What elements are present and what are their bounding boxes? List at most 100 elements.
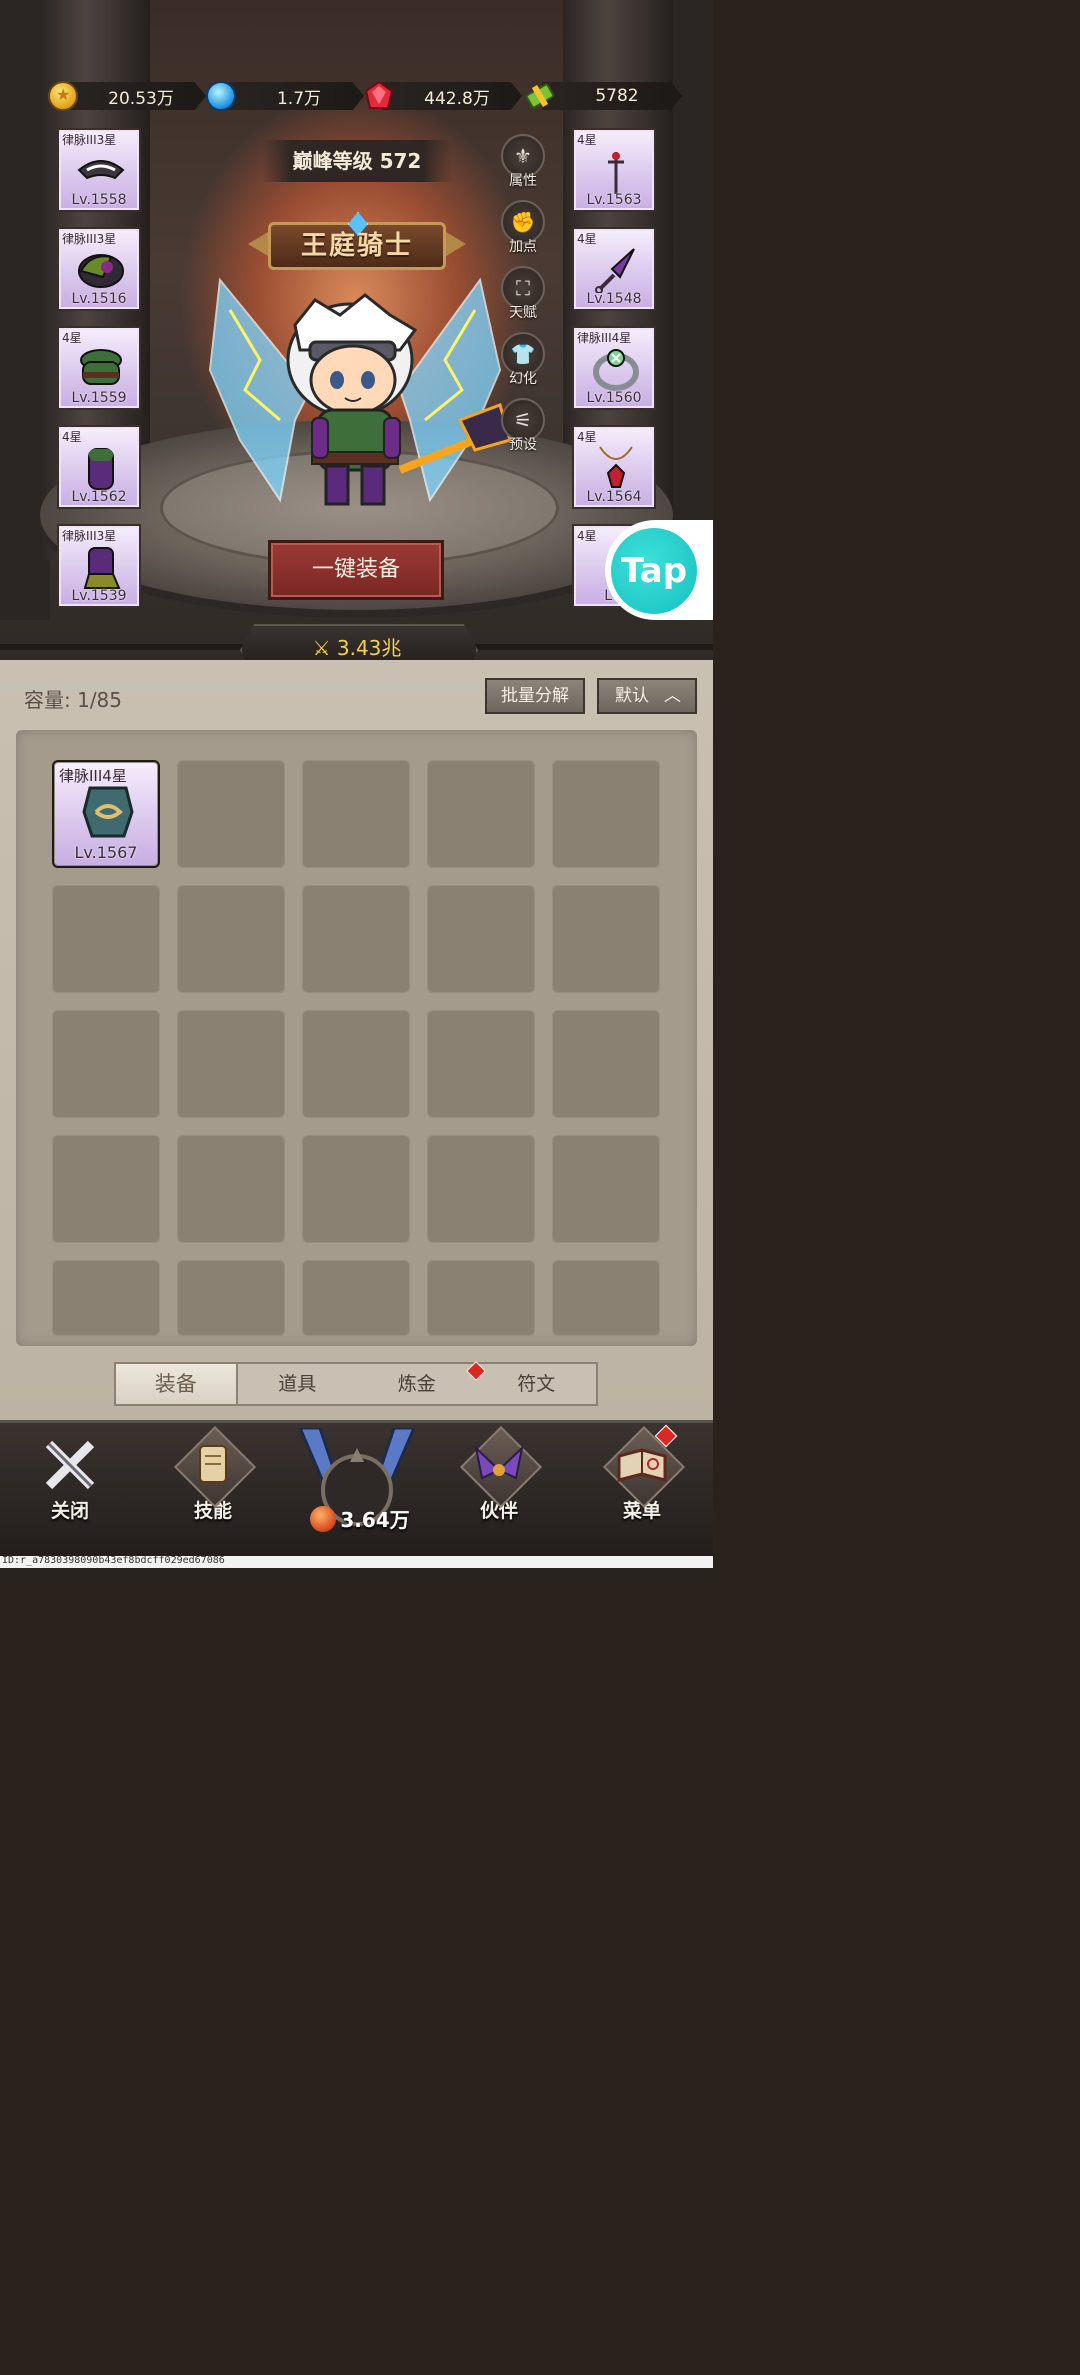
slot-level: Lv.1560 [586,390,642,406]
slot-level: Lv.1539 [71,588,127,604]
gauntlet-icon [88,448,114,490]
slot-tag: 律脉III4星 [577,331,632,345]
combat-power-value: 3.43兆 [336,636,402,660]
equip-slot-right-2[interactable]: 4星 Lv.1548 [572,227,656,311]
transmog-button[interactable]: 👕 幻化 [498,332,548,388]
inventory-empty-slot[interactable] [52,1260,160,1336]
inventory-empty-slot[interactable] [552,1135,660,1243]
slot-tag: 4星 [577,529,597,543]
inventory-empty-slot[interactable] [427,1010,535,1118]
skill-scroll-icon [173,1425,257,1509]
side-button-label: 加点 [509,239,537,255]
slot-tag: 律脉III3星 [62,232,117,246]
inventory-empty-slot[interactable] [52,1135,160,1243]
currency-gem[interactable]: 442.8万 [364,80,522,112]
inventory-empty-slot[interactable] [302,1260,410,1336]
currency-value: 442.8万 [424,88,490,109]
slot-level: Lv.1559 [71,390,127,406]
inventory-empty-slot[interactable] [552,1010,660,1118]
inventory-empty-slot[interactable] [302,760,410,868]
slot-tag: 律脉III3星 [62,529,117,543]
batch-dismantle-button[interactable]: 批量分解 [485,678,585,714]
slot-level: Lv.1516 [71,291,127,307]
equip-slot-right-1[interactable]: 4星 Lv.1563 [572,128,656,212]
side-button-label: 天赋 [509,305,537,321]
ring-icon [593,349,639,391]
staff-icon [608,152,624,194]
equip-slot-left-2[interactable]: 律脉III3星 Lv.1516 [57,227,141,311]
inventory-empty-slot[interactable] [427,885,535,993]
nav-close[interactable]: 关闭 [20,1430,120,1523]
close-icon [35,1430,105,1500]
slot-tag: 4星 [62,331,82,345]
equip-slot-left-4[interactable]: 4星 Lv.1562 [57,425,141,509]
rune-stone-icon [82,786,134,838]
chevron-up-icon: ︿ [664,686,681,706]
helmet-visor-icon [77,160,125,180]
sort-label: 默认 [615,686,649,706]
inventory-empty-slot[interactable] [177,760,285,868]
slot-tag: 4星 [62,430,82,444]
inventory-empty-slot[interactable] [552,1260,660,1336]
inventory-empty-slot[interactable] [177,1260,285,1336]
cash-bundle-icon [524,81,555,111]
tap-floating-badge[interactable]: Tap [605,520,713,620]
equip-slot-right-3[interactable]: 律脉III4星 Lv.1560 [572,326,656,410]
item-level: Lv.1567 [74,843,138,862]
tap-label: Tap [620,551,688,591]
equip-slot-left-5[interactable]: 律脉III3星 Lv.1539 [57,524,141,608]
inventory-empty-slot[interactable] [52,1010,160,1118]
inventory-empty-slot[interactable] [52,885,160,993]
shoulder-armor-icon [78,254,124,288]
talent-button[interactable]: ⛶ 天赋 [498,266,548,322]
sort-dropdown[interactable]: 默认 ︿ [597,678,697,714]
nav-partners[interactable]: 伙伴 [449,1425,549,1523]
tab-items[interactable]: 道具 [238,1364,358,1404]
currency-gold[interactable]: 20.53万 [48,80,206,112]
inventory-capacity: 容量: 1/85 [24,688,123,712]
inventory-empty-slot[interactable] [427,1260,535,1336]
inventory-empty-slot[interactable] [302,1010,410,1118]
tab-equipment[interactable]: 装备 [116,1364,238,1404]
slot-tag: 4星 [577,232,597,246]
inventory-empty-slot[interactable] [552,760,660,868]
currency-value: 1.7万 [276,88,322,109]
dagger-icon [595,248,635,293]
side-button-label: 幻化 [509,371,537,387]
attribute-button[interactable]: ⚜ 属性 [498,134,548,190]
side-button-label: 属性 [509,173,537,189]
inventory-item[interactable]: 律脉III4星 Lv.1567 [52,760,160,868]
necklace-icon [599,446,633,488]
inventory-empty-slot[interactable] [302,885,410,993]
currency-orb[interactable]: 1.7万 [206,80,364,112]
slot-tag: 4星 [577,133,597,147]
slot-level: Lv.1562 [71,489,127,505]
hero-character[interactable] [200,270,520,530]
slot-level: Lv.1558 [71,192,127,208]
boots-icon [83,547,121,589]
currency-value: 20.53万 [108,88,174,109]
equip-slot-left-3[interactable]: 4星 Lv.1559 [57,326,141,410]
inventory-empty-slot[interactable] [427,760,535,868]
equip-slot-left-1[interactable]: 律脉III3星 Lv.1558 [57,128,141,212]
inventory-empty-slot[interactable] [177,885,285,993]
tab-runes[interactable]: 符文 [477,1364,597,1404]
tab-label: 炼金 [397,1373,436,1395]
currency-cash[interactable]: 5782 [524,80,682,112]
add-points-button[interactable]: ✊ 加点 [498,200,548,256]
inventory-empty-slot[interactable] [302,1135,410,1243]
nav-skills[interactable]: 技能 [163,1425,263,1523]
inventory-empty-slot[interactable] [427,1135,535,1243]
center-currency[interactable]: 3.64万 [300,1504,420,1533]
chest-armor-icon [80,349,122,385]
inventory-empty-slot[interactable] [552,885,660,993]
currency-value: 5782 [595,86,639,106]
nav-menu[interactable]: 菜单 [592,1424,692,1523]
preset-button[interactable]: ⚟ 预设 [498,398,548,454]
equip-slot-right-4[interactable]: 4星 Lv.1564 [572,425,656,509]
inventory-empty-slot[interactable] [177,1135,285,1243]
tab-alchemy[interactable]: 炼金 [357,1361,486,1404]
red-gem-icon [364,80,394,111]
equip-all-button[interactable]: 一键装备 [268,540,444,600]
inventory-empty-slot[interactable] [177,1010,285,1118]
